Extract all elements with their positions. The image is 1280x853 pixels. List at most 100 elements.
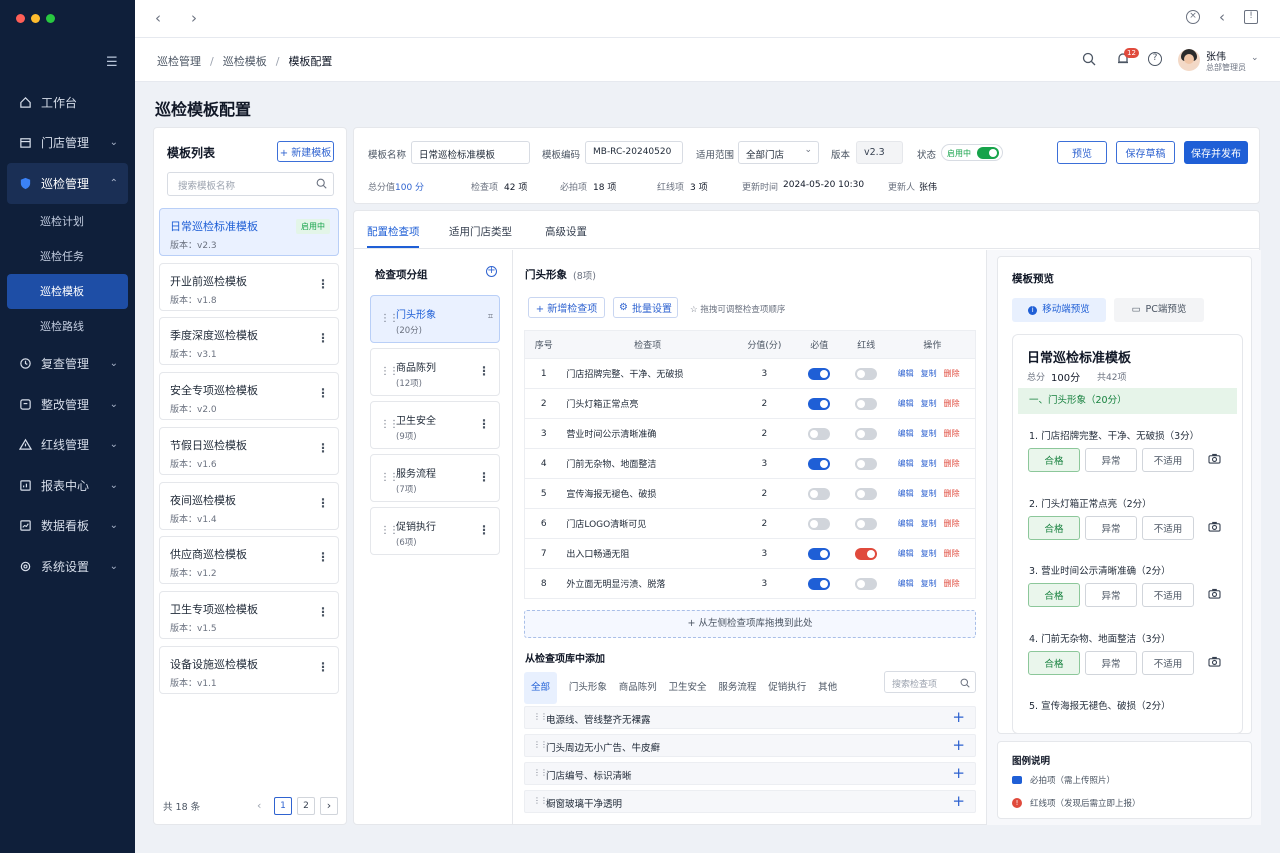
group-item[interactable]: ⋮⋮ 商品陈列 (12项) ⋮ (370, 348, 500, 396)
edit-link[interactable]: 编辑 (898, 399, 914, 408)
sidebar-item-redline[interactable]: 红线管理 ⌄ (0, 425, 135, 466)
pass-button[interactable]: 合格 (1028, 583, 1080, 607)
filter-hygiene[interactable]: 卫生安全 (669, 677, 707, 699)
edit-link[interactable]: 编辑 (898, 429, 914, 438)
template-item[interactable]: 夜间巡检模板 版本：v1.4 ⋮ (159, 482, 339, 530)
menu-collapse-icon[interactable]: ☰ (106, 55, 118, 70)
redline-toggle[interactable] (855, 577, 878, 590)
sidebar-item-inspection[interactable]: 巡检管理 ⌃ (7, 163, 128, 204)
redline-toggle[interactable] (855, 397, 878, 410)
page-2-button[interactable]: 2 (297, 797, 315, 815)
table-row[interactable]: 2 门头灯箱正常点亮 2 编辑 复制 删除 (524, 388, 976, 419)
pass-button[interactable]: 合格 (1028, 515, 1080, 540)
add-icon[interactable]: + (952, 736, 965, 754)
template-item[interactable]: 安全专项巡检模板 版本：v2.0 ⋮ (159, 372, 339, 420)
template-name-input[interactable]: 日常巡检标准模板 (411, 141, 530, 164)
maximize-dot[interactable] (46, 14, 55, 23)
required-toggle[interactable] (808, 487, 831, 500)
pc-preview-tab[interactable]: ▭ PC端预览 (1114, 298, 1204, 322)
filter-storefront[interactable]: 门头形象 (569, 677, 607, 699)
required-toggle[interactable] (808, 577, 831, 590)
sidebar-subitem-template[interactable]: 巡检模板 (7, 273, 128, 309)
filter-display[interactable]: 商品陈列 (619, 677, 657, 699)
pass-button[interactable]: 合格 (1028, 448, 1080, 472)
template-item[interactable]: 季度深度巡检模板 版本：v3.1 ⋮ (159, 317, 339, 365)
add-icon[interactable]: + (952, 708, 965, 726)
library-item[interactable]: ⋮⋮ 门店编号、标识清晰 + (524, 762, 976, 785)
edit-link[interactable]: 编辑 (898, 489, 914, 498)
preview-button[interactable]: 预览 (1057, 141, 1107, 164)
abnormal-button[interactable]: 异常 (1085, 650, 1137, 675)
delete-link[interactable]: 删除 (944, 369, 960, 378)
required-toggle[interactable] (808, 547, 831, 560)
library-item[interactable]: ⋮⋮ 橱窗玻璃干净透明 + (524, 790, 976, 813)
prev-page-icon[interactable]: ‹ (257, 799, 261, 812)
table-row[interactable]: 6 门店LOGO清晰可见 2 编辑 复制 删除 (524, 508, 976, 539)
page-1-button[interactable]: 1 (274, 797, 292, 815)
breadcrumb-item[interactable]: 巡检模板 (223, 55, 267, 68)
edit-link[interactable]: 编辑 (898, 459, 914, 468)
required-toggle[interactable] (808, 427, 831, 440)
more-icon[interactable]: ⋮ (317, 605, 329, 619)
status-toggle[interactable]: 启用中 (941, 144, 1003, 161)
required-toggle[interactable] (808, 367, 831, 380)
drag-handle-icon[interactable]: ⋮⋮ (533, 796, 548, 805)
table-row[interactable]: 4 门前无杂物、地面整洁 3 编辑 复制 删除 (524, 448, 976, 479)
redline-toggle[interactable] (855, 487, 878, 500)
add-icon[interactable]: + (952, 792, 965, 810)
back-arrow-icon[interactable]: ‹ (155, 9, 161, 27)
save-draft-button[interactable]: 保存草稿 (1116, 141, 1175, 164)
abnormal-button[interactable]: 异常 (1085, 448, 1137, 472)
more-icon[interactable]: ⋮ (317, 386, 329, 400)
tab-config-items[interactable]: 配置检查项 (367, 224, 420, 239)
scope-select[interactable]: 全部门店 ⌄ (738, 141, 819, 164)
delete-link[interactable]: 删除 (944, 579, 960, 588)
redline-toggle[interactable] (855, 457, 878, 470)
required-toggle[interactable] (808, 397, 831, 410)
edit-link[interactable]: 编辑 (898, 369, 914, 378)
add-icon[interactable]: + (952, 764, 965, 782)
minimize-dot[interactable] (31, 14, 40, 23)
required-toggle[interactable] (808, 457, 831, 470)
template-item[interactable]: 供应商巡检模板 版本：v1.2 ⋮ (159, 536, 339, 584)
delete-link[interactable]: 删除 (944, 429, 960, 438)
sidebar-item-report[interactable]: 报表中心 ⌄ (0, 465, 135, 506)
template-search-input[interactable]: 搜索模板名称 (167, 172, 334, 196)
template-code-input[interactable]: MB-RC-20240520 (585, 141, 683, 164)
delete-link[interactable]: 删除 (944, 489, 960, 498)
add-group-icon[interactable]: + (486, 266, 497, 277)
edit-link[interactable]: 编辑 (898, 579, 914, 588)
redline-toggle[interactable] (855, 547, 878, 560)
library-item[interactable]: ⋮⋮ 门头周边无小广告、牛皮癣 + (524, 734, 976, 757)
redline-toggle[interactable] (855, 517, 878, 530)
sidebar-subitem-task[interactable]: 巡检任务 (0, 239, 135, 274)
copy-link[interactable]: 复制 (921, 549, 937, 558)
drag-handle-icon[interactable]: ⋮⋮ (533, 740, 548, 749)
abnormal-button[interactable]: 异常 (1085, 583, 1137, 607)
more-icon[interactable]: ⋮ (317, 496, 329, 510)
more-icon[interactable]: ⋮ (478, 364, 490, 378)
tab-advanced[interactable]: 高级设置 (545, 224, 587, 239)
copy-link[interactable]: 复制 (921, 459, 937, 468)
more-icon[interactable]: ⋮ (317, 331, 329, 345)
camera-icon[interactable] (1208, 453, 1222, 467)
camera-icon[interactable] (1208, 521, 1222, 535)
filter-promo[interactable]: 促销执行 (768, 677, 806, 699)
sidebar-item-store[interactable]: 门店管理 ⌄ (0, 123, 135, 164)
sidebar-item-rectify[interactable]: 整改管理 ⌄ (0, 384, 135, 425)
sidebar-item-review[interactable]: 复查管理 ⌄ (0, 344, 135, 385)
more-icon[interactable]: ⋮ (317, 277, 329, 291)
group-item[interactable]: ⋮⋮ 卫生安全 (9项) ⋮ (370, 401, 500, 449)
drop-zone[interactable]: + 从左侧检查项库拖拽到此处 (524, 610, 976, 638)
na-button[interactable]: 不适用 (1142, 583, 1194, 607)
new-template-button[interactable]: + 新建模板 (277, 141, 334, 162)
template-item[interactable]: 卫生专项巡检模板 版本：v1.5 ⋮ (159, 591, 339, 639)
na-button[interactable]: 不适用 (1142, 515, 1194, 540)
more-icon[interactable]: ⋮ (317, 441, 329, 455)
library-item[interactable]: ⋮⋮ 电源线、管线整齐无裸露 + (524, 706, 976, 729)
na-button[interactable]: 不适用 (1142, 448, 1194, 472)
status-switch[interactable] (977, 147, 999, 159)
table-row[interactable]: 3 营业时间公示清晰准确 2 编辑 复制 删除 (524, 418, 976, 449)
group-item[interactable]: ⋮⋮ 促销执行 (6项) ⋮ (370, 507, 500, 555)
breadcrumb-item[interactable]: 巡检管理 (157, 55, 201, 68)
